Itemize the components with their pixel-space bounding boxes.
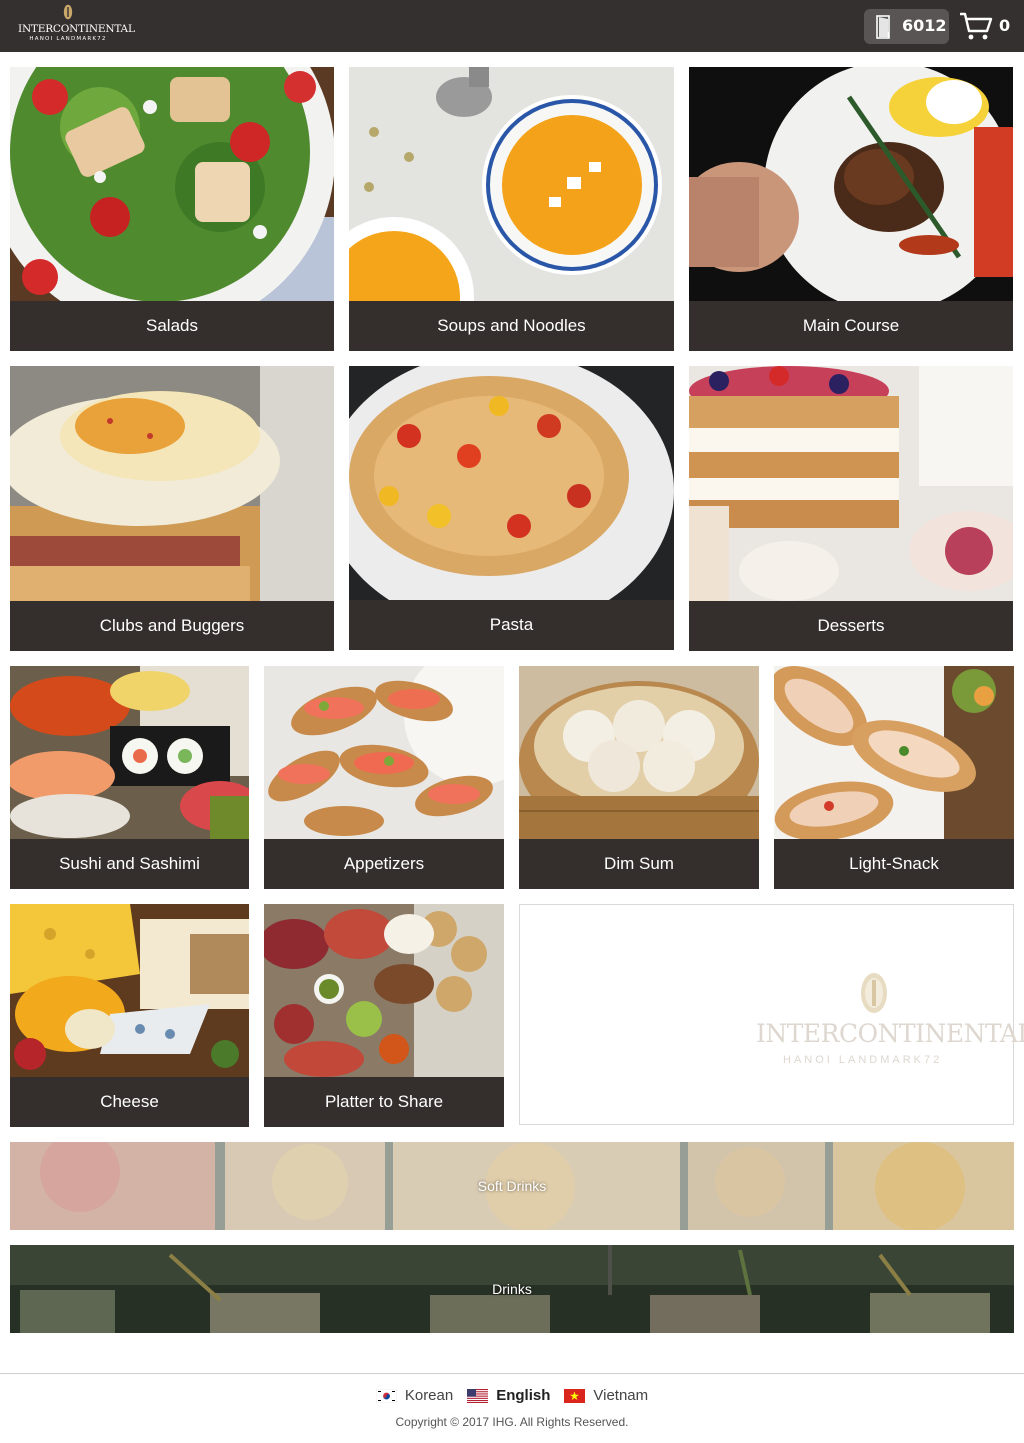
salads-image bbox=[10, 67, 334, 301]
svg-text:I: I bbox=[887, 31, 889, 39]
logo-tile-brand: INTERCONTINENTAL. bbox=[756, 1019, 1024, 1048]
room-number: 6012 bbox=[902, 16, 947, 35]
dim-sum-image bbox=[519, 666, 759, 839]
intercontinental-logo[interactable]: INTERCONTINENTAL HANOI LANDMARK72 bbox=[18, 4, 135, 48]
cheese-image bbox=[10, 904, 249, 1077]
drinks-label: Drinks bbox=[492, 1281, 532, 1297]
soups-and-noodles-image bbox=[349, 67, 674, 301]
language-vietnam[interactable]: Vietnam bbox=[564, 1387, 648, 1404]
category-label: Salads bbox=[10, 301, 334, 351]
category-label: Sushi and Sashimi bbox=[10, 839, 249, 889]
language-label: English bbox=[496, 1387, 551, 1404]
category-label: Dim Sum bbox=[519, 839, 759, 889]
category-label: Platter to Share bbox=[264, 1077, 504, 1127]
category-tile-appetizers[interactable]: Appetizers bbox=[264, 666, 504, 889]
hotel-logo-tile: INTERCONTINENTAL. HANOI LANDMARK72 bbox=[519, 904, 1024, 1125]
appetizers-image bbox=[264, 666, 504, 839]
language-label: Korean bbox=[404, 1387, 454, 1404]
cart-count: 0 bbox=[999, 16, 1011, 35]
usa-flag-icon bbox=[467, 1388, 489, 1403]
logo-sub-text: HANOI LANDMARK72 bbox=[29, 36, 107, 42]
language-english[interactable]: English bbox=[467, 1387, 550, 1404]
pasta-image bbox=[349, 366, 674, 600]
logo-brand-text: INTERCONTINENTAL bbox=[18, 23, 135, 35]
category-tile-cheese[interactable]: Cheese bbox=[10, 904, 249, 1127]
crest-icon bbox=[861, 973, 887, 1013]
category-tile-desserts[interactable]: Desserts bbox=[689, 366, 1013, 651]
sushi-and-sashimi-image bbox=[10, 666, 249, 839]
logo-tile-sub: HANOI LANDMARK72 bbox=[783, 1054, 943, 1066]
main-course-image bbox=[689, 67, 1013, 301]
light-snack-image bbox=[774, 666, 1014, 839]
category-tile-light-snack[interactable]: Light-Snack bbox=[774, 666, 1014, 889]
vietnam-flag-icon bbox=[564, 1388, 586, 1403]
category-label: Clubs and Buggers bbox=[10, 601, 334, 651]
language-selector: Korean English Vietnam bbox=[0, 1387, 1024, 1404]
soft-drinks-label: Soft Drinks bbox=[477, 1178, 547, 1194]
category-tile-platter-to-share[interactable]: Platter to Share bbox=[264, 904, 504, 1127]
language-korean[interactable]: Korean bbox=[375, 1387, 454, 1404]
category-tile-clubs-and-buggers[interactable]: Clubs and Buggers bbox=[10, 366, 334, 651]
category-tile-soups-and-noodles[interactable]: Soups and Noodles bbox=[349, 67, 674, 351]
footer: Korean English Vietnam Copyright © 2017 … bbox=[0, 1373, 1024, 1443]
shopping-cart-icon[interactable] bbox=[959, 11, 993, 41]
category-label: Light-Snack bbox=[774, 839, 1014, 889]
category-tile-pasta[interactable]: Pasta bbox=[349, 366, 674, 650]
category-label: Pasta bbox=[349, 600, 674, 650]
language-label: Vietnam bbox=[593, 1387, 649, 1404]
desserts-image bbox=[689, 366, 1013, 601]
clubs-and-buggers-image bbox=[10, 366, 334, 601]
drinks-banner[interactable]: Drinks bbox=[10, 1245, 1014, 1333]
category-tile-salads[interactable]: Salads bbox=[10, 67, 334, 351]
top-header: INTERCONTINENTAL HANOI LANDMARK72 I 6012… bbox=[0, 0, 1024, 52]
category-label: Soups and Noodles bbox=[349, 301, 674, 351]
copyright-text: Copyright © 2017 IHG. All Rights Reserve… bbox=[395, 1415, 629, 1429]
category-label: Desserts bbox=[689, 601, 1013, 651]
category-label: Cheese bbox=[10, 1077, 249, 1127]
category-tile-sushi-and-sashimi[interactable]: Sushi and Sashimi bbox=[10, 666, 249, 889]
category-tile-dim-sum[interactable]: Dim Sum bbox=[519, 666, 759, 889]
category-tile-main-course[interactable]: Main Course bbox=[689, 67, 1013, 351]
room-number-badge[interactable]: I 6012 bbox=[864, 9, 949, 44]
crest-icon bbox=[63, 4, 73, 20]
category-label: Main Course bbox=[689, 301, 1013, 351]
platter-to-share-image bbox=[264, 904, 504, 1077]
door-icon: I bbox=[876, 15, 890, 39]
category-label: Appetizers bbox=[264, 839, 504, 889]
korea-flag-icon bbox=[375, 1388, 397, 1403]
soft-drinks-banner[interactable]: Soft Drinks bbox=[10, 1142, 1014, 1230]
